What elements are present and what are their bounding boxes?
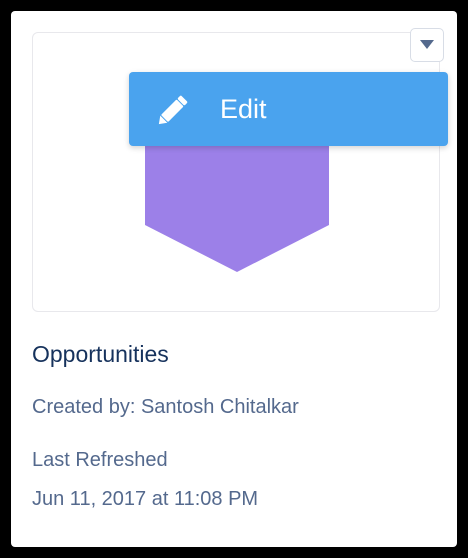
dashboard-title[interactable]: Opportunities	[32, 339, 169, 369]
created-by: Created by: Santosh Chitalkar	[32, 396, 299, 418]
last-refreshed-label: Last Refreshed	[32, 449, 168, 471]
edit-menu-item[interactable]: Edit	[129, 72, 448, 146]
funnel-stage	[145, 143, 329, 272]
pencil-icon	[158, 95, 188, 125]
card-menu-button[interactable]	[410, 28, 444, 62]
dashboard-card: Edit Opportunities Created by: Santosh C…	[11, 11, 457, 547]
edit-label: Edit	[220, 94, 267, 124]
last-refreshed-value: Jun 11, 2017 at 11:08 PM	[32, 488, 259, 510]
chevron-down-icon	[420, 40, 434, 49]
